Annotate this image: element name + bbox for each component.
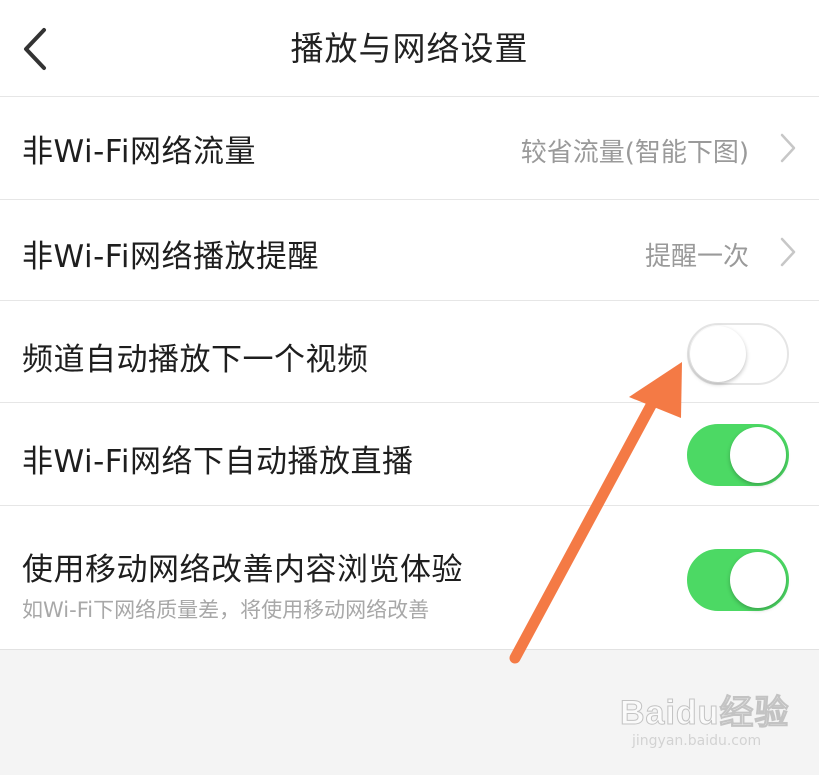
mobile-network-toggle[interactable] xyxy=(687,549,789,611)
setting-value: 提醒一次 xyxy=(644,242,749,272)
setting-description: 如Wi-Fi下网络质量差，将使用移动网络改善 xyxy=(22,598,430,622)
setting-row-non-wifi-autoplay-live: 非Wi-Fi网络下自动播放直播 xyxy=(0,403,819,506)
setting-row-non-wifi-play-reminder[interactable]: 非Wi-Fi网络播放提醒 提醒一次 xyxy=(0,200,819,301)
watermark-logo: Baidu经验 xyxy=(619,694,790,733)
toggle-knob xyxy=(730,427,786,483)
chevron-right-icon xyxy=(777,131,799,165)
setting-row-mobile-network-improve: 使用移动网络改善内容浏览体验 如Wi-Fi下网络质量差，将使用移动网络改善 xyxy=(0,506,819,650)
autoplay-live-toggle[interactable] xyxy=(687,424,789,486)
setting-value: 较省流量(智能下图) xyxy=(520,138,749,168)
settings-list: 非Wi-Fi网络流量 较省流量(智能下图) 非Wi-Fi网络播放提醒 提醒一次 … xyxy=(0,97,819,650)
setting-row-channel-autoplay-next: 频道自动播放下一个视频 xyxy=(0,301,819,403)
setting-label: 使用移动网络改善内容浏览体验 xyxy=(22,552,463,588)
baidu-watermark: Baidu经验 jingyan.baidu.com xyxy=(619,685,800,765)
page-title: 播放与网络设置 xyxy=(290,29,529,68)
setting-label: 非Wi-Fi网络下自动播放直播 xyxy=(22,444,414,480)
autoplay-next-toggle[interactable] xyxy=(687,323,789,385)
toggle-knob xyxy=(730,552,786,608)
toggle-knob xyxy=(690,326,746,382)
setting-label: 非Wi-Fi网络播放提醒 xyxy=(22,239,319,275)
watermark-url: jingyan.baidu.com xyxy=(632,733,762,749)
setting-label: 非Wi-Fi网络流量 xyxy=(22,134,256,170)
setting-label: 频道自动播放下一个视频 xyxy=(22,342,369,378)
navigation-bar: 播放与网络设置 xyxy=(0,0,819,97)
chevron-right-icon xyxy=(777,235,799,269)
setting-row-non-wifi-traffic[interactable]: 非Wi-Fi网络流量 较省流量(智能下图) xyxy=(0,97,819,200)
